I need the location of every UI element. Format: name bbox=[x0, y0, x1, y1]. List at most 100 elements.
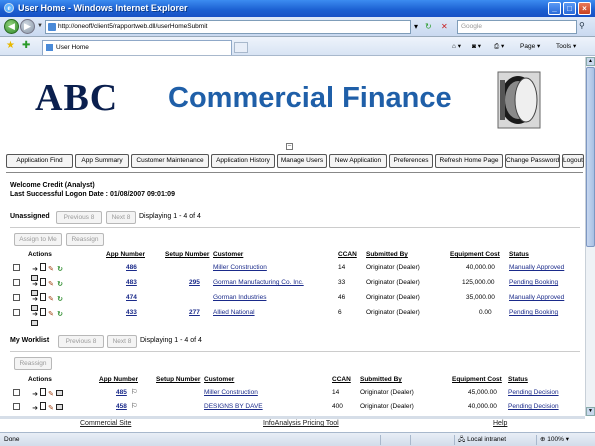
col-status[interactable]: Status bbox=[508, 376, 528, 383]
col-app-number[interactable]: App Number bbox=[99, 376, 138, 383]
refresh-icon[interactable]: ↻ bbox=[56, 311, 64, 319]
next-button[interactable]: Next 8 bbox=[106, 211, 136, 224]
new-application-button[interactable]: New Application bbox=[329, 154, 387, 168]
col-setup-number[interactable]: Setup Number bbox=[156, 376, 200, 383]
vertical-scrollbar[interactable]: ▲ ▼ bbox=[585, 57, 595, 416]
scroll-down-icon[interactable]: ▼ bbox=[586, 407, 595, 416]
add-favorites-icon[interactable]: ✚ bbox=[22, 40, 30, 51]
reassign-button[interactable]: Reassign bbox=[66, 233, 104, 246]
favorites-star-icon[interactable]: ★ bbox=[6, 40, 15, 51]
back-arrow-icon[interactable]: ◀ bbox=[4, 19, 19, 34]
preferences-button[interactable]: Preferences bbox=[389, 154, 433, 168]
arrow-icon[interactable]: ➜ bbox=[31, 391, 39, 399]
col-equipment-cost[interactable]: Equipment Cost bbox=[452, 376, 502, 383]
document-icon[interactable] bbox=[40, 278, 46, 286]
collapse-toggle-icon[interactable]: – bbox=[286, 143, 293, 150]
col-ccan[interactable]: CCAN bbox=[338, 251, 357, 258]
previous-button[interactable]: Previous 8 bbox=[58, 335, 104, 348]
col-submitted-by[interactable]: Submitted By bbox=[360, 376, 402, 383]
refresh-icon[interactable]: ↻ bbox=[56, 281, 64, 289]
app-summary-button[interactable]: App Summary bbox=[75, 154, 129, 168]
refresh-icon[interactable]: ↻ bbox=[56, 266, 64, 274]
refresh-home-page-button[interactable]: Refresh Home Page bbox=[435, 154, 503, 168]
application-history-button[interactable]: Application History bbox=[211, 154, 275, 168]
flag-icon[interactable]: ⚐ bbox=[131, 402, 137, 410]
customer-link[interactable]: Gorman Industries bbox=[213, 294, 266, 301]
app-number-link[interactable]: 486 bbox=[126, 264, 137, 271]
url-dropdown-icon[interactable]: ▾ bbox=[414, 21, 418, 33]
document-icon[interactable] bbox=[40, 263, 46, 271]
tab-user-home[interactable]: User Home bbox=[42, 40, 232, 55]
customer-link[interactable]: Miller Construction bbox=[213, 264, 267, 271]
row-checkbox[interactable] bbox=[13, 294, 20, 301]
scroll-thumb[interactable] bbox=[586, 67, 595, 247]
col-equipment-cost[interactable]: Equipment Cost bbox=[450, 251, 500, 258]
status-link[interactable]: Manually Approved bbox=[509, 264, 564, 271]
app-number-link[interactable]: 474 bbox=[126, 294, 137, 301]
logout-button[interactable]: Logout bbox=[562, 154, 584, 168]
col-customer[interactable]: Customer bbox=[204, 376, 234, 383]
col-app-number[interactable]: App Number bbox=[106, 251, 145, 258]
refresh-icon[interactable]: ↻ bbox=[56, 296, 64, 304]
app-number-link[interactable]: 483 bbox=[126, 279, 137, 286]
row-checkbox[interactable] bbox=[13, 389, 20, 396]
page-menu[interactable]: Page ▾ bbox=[520, 41, 540, 52]
col-ccan[interactable]: CCAN bbox=[332, 376, 351, 383]
pencil-icon[interactable]: ✎ bbox=[47, 296, 55, 304]
status-link[interactable]: Pending Booking bbox=[509, 309, 558, 316]
pencil-icon[interactable]: ✎ bbox=[47, 311, 55, 319]
col-status[interactable]: Status bbox=[509, 251, 529, 258]
feeds-icon[interactable]: ◙ ▾ bbox=[472, 41, 481, 52]
customer-link[interactable]: Gorman Manufacturing Co. Inc. bbox=[213, 279, 304, 286]
search-icon[interactable]: ⚲ bbox=[579, 21, 585, 30]
row-checkbox[interactable] bbox=[13, 403, 20, 410]
stop-icon[interactable]: ✕ bbox=[441, 21, 448, 33]
pricing-tool-link[interactable]: InfoAnalysis Pricing Tool bbox=[263, 420, 339, 427]
arrow-icon[interactable]: ➜ bbox=[31, 405, 39, 413]
print-icon[interactable] bbox=[56, 404, 63, 410]
arrow-icon[interactable]: ➜ bbox=[31, 296, 39, 304]
row-checkbox[interactable] bbox=[13, 264, 20, 271]
help-link[interactable]: Help bbox=[493, 420, 507, 427]
setup-number-link[interactable]: 295 bbox=[189, 279, 200, 286]
reassign-button[interactable]: Reassign bbox=[14, 357, 52, 370]
commercial-site-link[interactable]: Commercial Site bbox=[80, 420, 131, 427]
pencil-icon[interactable]: ✎ bbox=[47, 405, 55, 413]
row-checkbox[interactable] bbox=[13, 279, 20, 286]
customer-link[interactable]: Miller Construction bbox=[204, 389, 258, 396]
close-button[interactable]: × bbox=[578, 2, 591, 15]
flag-icon[interactable]: ⚐ bbox=[131, 388, 137, 396]
app-number-link[interactable]: 433 bbox=[126, 309, 137, 316]
url-field[interactable]: http://oneoff/client5/rapportweb.dll/use… bbox=[45, 20, 411, 34]
change-password-button[interactable]: Change Password bbox=[505, 154, 560, 168]
app-number-link[interactable]: 485 bbox=[116, 389, 127, 396]
manage-users-button[interactable]: Manage Users bbox=[277, 154, 327, 168]
status-link[interactable]: Pending Booking bbox=[509, 279, 558, 286]
pencil-icon[interactable]: ✎ bbox=[47, 266, 55, 274]
application-find-button[interactable]: Application Find bbox=[6, 154, 73, 168]
maximize-button[interactable]: □ bbox=[563, 2, 576, 15]
forward-arrow-icon[interactable]: ▶ bbox=[20, 19, 35, 34]
col-setup-number[interactable]: Setup Number bbox=[165, 251, 209, 258]
horizontal-scrollbar[interactable] bbox=[0, 416, 585, 419]
minimize-button[interactable]: _ bbox=[548, 2, 561, 15]
arrow-icon[interactable]: ➜ bbox=[31, 266, 39, 274]
document-icon[interactable] bbox=[40, 293, 46, 301]
customer-maintenance-button[interactable]: Customer Maintenance bbox=[131, 154, 209, 168]
status-link[interactable]: Pending Decision bbox=[508, 389, 559, 396]
status-link[interactable]: Pending Decision bbox=[508, 403, 559, 410]
home-icon[interactable]: ⌂ ▾ bbox=[452, 41, 461, 52]
scroll-up-icon[interactable]: ▲ bbox=[586, 57, 595, 66]
previous-button[interactable]: Previous 8 bbox=[56, 211, 102, 224]
arrow-icon[interactable]: ➜ bbox=[31, 281, 39, 289]
document-icon[interactable] bbox=[40, 308, 46, 316]
pencil-icon[interactable]: ✎ bbox=[47, 391, 55, 399]
row-checkbox[interactable] bbox=[13, 309, 20, 316]
pencil-icon[interactable]: ✎ bbox=[47, 281, 55, 289]
document-icon[interactable] bbox=[40, 388, 46, 396]
arrow-icon[interactable]: ➜ bbox=[31, 311, 39, 319]
setup-number-link[interactable]: 277 bbox=[189, 309, 200, 316]
col-customer[interactable]: Customer bbox=[213, 251, 243, 258]
document-icon[interactable] bbox=[40, 402, 46, 410]
next-button[interactable]: Next 8 bbox=[107, 335, 137, 348]
